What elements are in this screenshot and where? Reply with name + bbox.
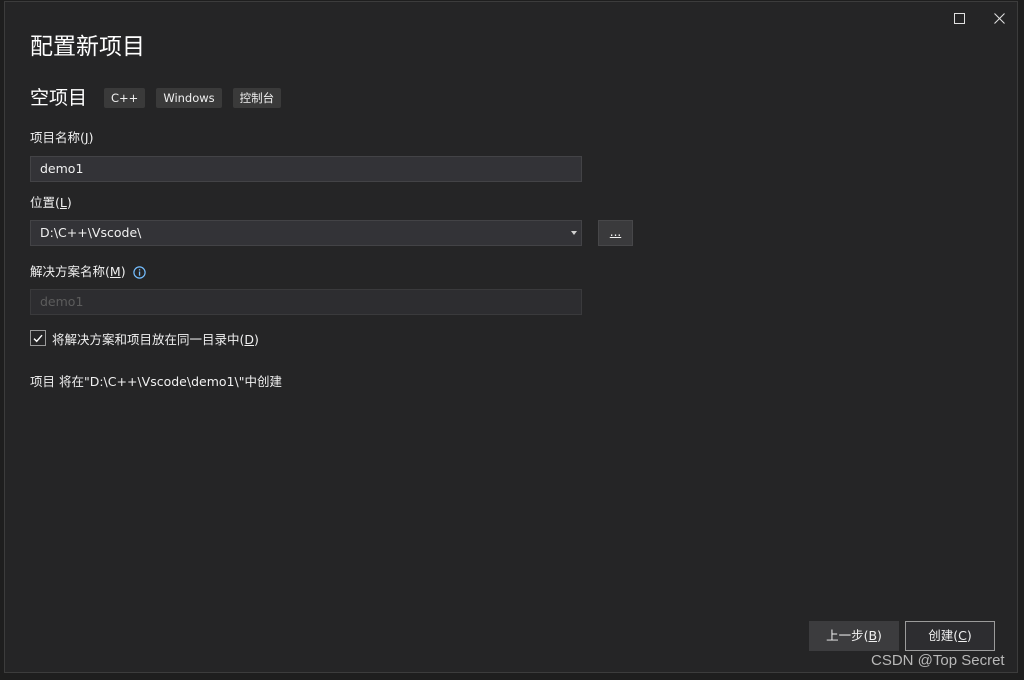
creation-path-summary: 项目 将在"D:\C++\Vscode\demo1\"中创建 [30, 374, 282, 389]
same-directory-option[interactable]: 将解决方案和项目放在同一目录中(D) [30, 329, 259, 347]
create-button[interactable]: 创建(C) [905, 621, 995, 651]
page-title: 配置新项目 [30, 34, 145, 60]
solution-name-input: demo1 [30, 289, 582, 315]
maximize-button[interactable] [941, 6, 977, 30]
tag-platform: Windows [156, 88, 222, 108]
dropdown-arrow-icon[interactable] [571, 231, 577, 235]
watermark: CSDN @Top Secret [871, 652, 1005, 669]
solution-name-label: 解决方案名称(M) [30, 263, 146, 281]
project-name-label: 项目名称(J) [30, 130, 94, 145]
same-directory-label[interactable]: 将解决方案和项目放在同一目录中(D) [52, 329, 259, 348]
tag-language: C++ [104, 88, 146, 108]
checkmark-icon [33, 334, 43, 342]
browse-button[interactable]: ... [598, 220, 633, 246]
location-combobox[interactable]: D:\C++\Vscode\ [30, 220, 582, 246]
same-directory-checkbox[interactable] [30, 330, 46, 346]
maximize-icon [953, 12, 965, 24]
project-name-input[interactable]: demo1 [30, 156, 582, 182]
back-button[interactable]: 上一步(B) [809, 621, 899, 651]
configure-project-dialog: 配置新项目 空项目 C++ Windows 控制台 项目名称(J) demo1 … [4, 1, 1018, 673]
close-icon [993, 12, 1005, 24]
template-header: 空项目 C++ Windows 控制台 [30, 84, 292, 112]
tag-project-type: 控制台 [232, 88, 282, 108]
info-icon[interactable] [132, 265, 146, 279]
location-label: 位置(L) [30, 195, 72, 210]
template-name: 空项目 [30, 87, 88, 109]
close-button[interactable] [981, 6, 1017, 30]
